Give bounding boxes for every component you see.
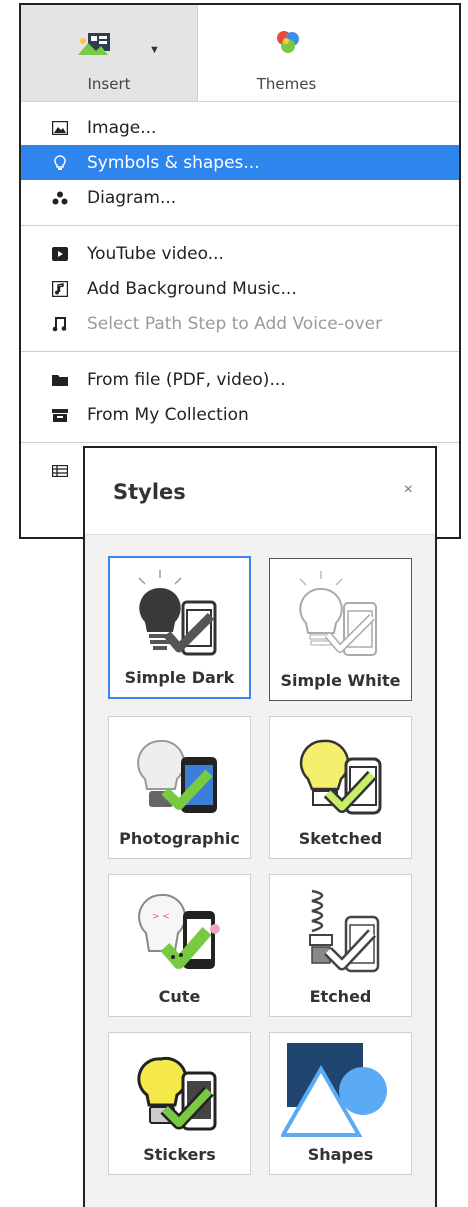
menu-divider <box>21 351 459 352</box>
insert-button[interactable]: ▼ Insert <box>21 5 198 101</box>
style-option-photographic[interactable]: Photographic <box>108 716 251 859</box>
stickers-icon <box>136 1056 216 1131</box>
menu-item-image[interactable]: Image... <box>21 110 459 145</box>
menu-item-voiceover[interactable]: Select Path Step to Add Voice-over <box>21 306 459 341</box>
menu-item-my-collection[interactable]: From My Collection <box>21 397 459 432</box>
chevron-down-icon: ▼ <box>149 44 160 56</box>
diagram-icon <box>52 190 68 206</box>
style-option-stickers[interactable]: Stickers <box>108 1032 251 1175</box>
close-icon[interactable]: × <box>404 481 413 499</box>
panel-title: Styles <box>113 480 186 504</box>
music-note-icon <box>52 280 68 297</box>
play-icon <box>52 246 68 262</box>
insert-label: Insert <box>87 75 131 93</box>
image-icon <box>52 120 68 136</box>
etched-icon <box>308 889 379 973</box>
style-option-cute[interactable]: > < Cute <box>108 874 251 1017</box>
voiceover-icon <box>52 316 68 332</box>
svg-text:> <: > < <box>152 912 170 922</box>
themes-icon <box>277 31 299 53</box>
style-label: Etched <box>309 987 372 1006</box>
menu-item-youtube[interactable]: YouTube video... <box>21 236 459 271</box>
style-label: Simple Dark <box>124 668 235 687</box>
themes-label: Themes <box>256 75 317 93</box>
style-option-simple-dark[interactable]: Simple Dark <box>108 556 251 699</box>
cute-icon: > < <box>137 893 220 969</box>
menu-item-symbols-shapes[interactable]: Symbols & shapes... <box>21 145 459 180</box>
menu-item-label: Image... <box>87 117 157 138</box>
lightbulb-icon <box>52 154 68 171</box>
style-label: Photographic <box>119 829 240 848</box>
style-label: Sketched <box>298 829 383 848</box>
simple-white-icon <box>298 571 377 656</box>
menu-item-label: Select Path Step to Add Voice-over <box>87 313 383 334</box>
photographic-icon <box>136 739 217 813</box>
menu-item-label: Diagram... <box>87 187 177 208</box>
style-label: Simple White <box>280 671 401 690</box>
menu-item-diagram[interactable]: Diagram... <box>21 180 459 215</box>
style-option-shapes[interactable]: Shapes <box>269 1032 412 1175</box>
menu-divider <box>21 442 459 443</box>
menu-item-label: From My Collection <box>87 404 249 425</box>
toolbar: ▼ Insert Themes <box>21 5 459 102</box>
menu-item-label: Symbols & shapes... <box>87 152 260 173</box>
style-option-etched[interactable]: Etched <box>269 874 412 1017</box>
menu-item-label: YouTube video... <box>87 243 224 264</box>
layout-icon <box>52 463 68 479</box>
simple-dark-icon <box>137 570 216 656</box>
menu-item-from-file[interactable]: From file (PDF, video)... <box>21 362 459 397</box>
collection-icon <box>52 407 68 423</box>
themes-button[interactable]: Themes <box>198 5 375 101</box>
folder-icon <box>52 372 68 388</box>
styles-panel-header: Styles × <box>85 448 435 535</box>
menu-item-background-music[interactable]: Add Background Music... <box>21 271 459 306</box>
menu-item-label: From file (PDF, video)... <box>87 369 286 390</box>
style-label: Stickers <box>143 1145 216 1164</box>
shapes-icon <box>280 1043 387 1137</box>
style-label: Shapes <box>307 1145 374 1164</box>
sketched-icon <box>299 739 381 815</box>
style-label: Cute <box>158 987 201 1006</box>
menu-divider <box>21 225 459 226</box>
menu-item-label: Add Background Music... <box>87 278 297 299</box>
styles-panel: Styles × Simple Dark Simple White Photog… <box>83 446 437 1207</box>
insert-media-icon <box>78 33 110 55</box>
style-option-sketched[interactable]: Sketched <box>269 716 412 859</box>
style-option-simple-white[interactable]: Simple White <box>269 558 412 701</box>
